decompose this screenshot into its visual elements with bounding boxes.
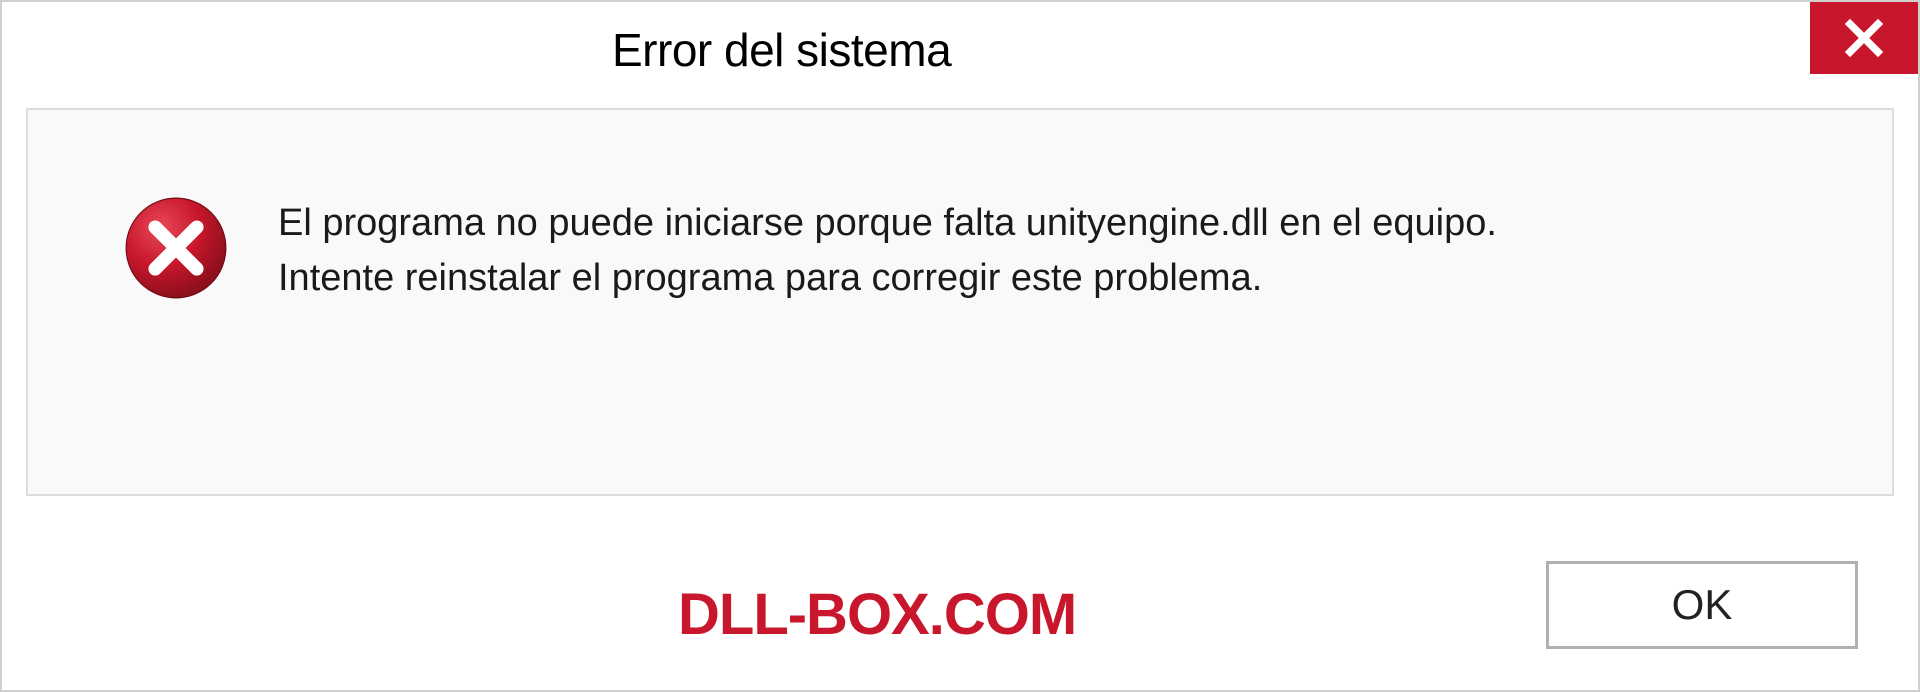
content-area: El programa no puede iniciarse porque fa… bbox=[26, 108, 1894, 496]
error-message: El programa no puede iniciarse porque fa… bbox=[278, 196, 1497, 306]
error-icon bbox=[124, 196, 228, 300]
watermark-text: DLL-BOX.COM bbox=[678, 581, 1076, 648]
ok-button[interactable]: OK bbox=[1546, 561, 1858, 649]
dialog-footer: DLL-BOX.COM OK bbox=[2, 520, 1918, 690]
close-icon bbox=[1843, 17, 1885, 59]
message-line-1: El programa no puede iniciarse porque fa… bbox=[278, 196, 1497, 251]
message-line-2: Intente reinstalar el programa para corr… bbox=[278, 251, 1497, 306]
titlebar: Error del sistema bbox=[2, 2, 1918, 98]
error-dialog: Error del sistema El program bbox=[0, 0, 1920, 692]
close-button[interactable] bbox=[1810, 2, 1918, 74]
dialog-title: Error del sistema bbox=[612, 23, 951, 77]
